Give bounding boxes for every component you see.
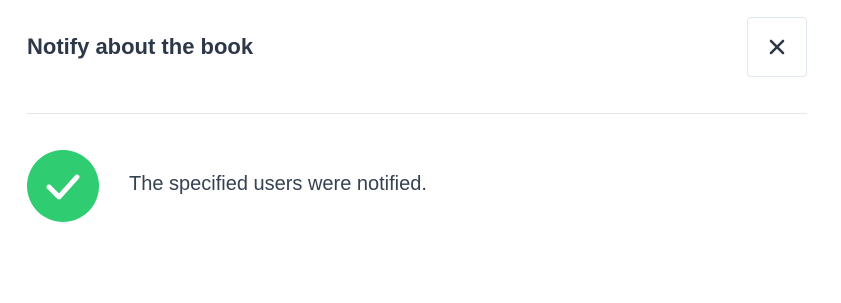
close-icon [768, 38, 786, 56]
close-button[interactable] [747, 17, 807, 77]
success-message: The specified users were notified. [129, 173, 427, 195]
check-circle-icon [27, 150, 99, 222]
dialog-body: The specified users were notified. [27, 150, 807, 222]
notify-dialog: Notify about the book The specified user… [0, 0, 841, 303]
dialog-title: Notify about the book [27, 34, 254, 59]
dialog-header: Notify about the book [27, 0, 807, 114]
